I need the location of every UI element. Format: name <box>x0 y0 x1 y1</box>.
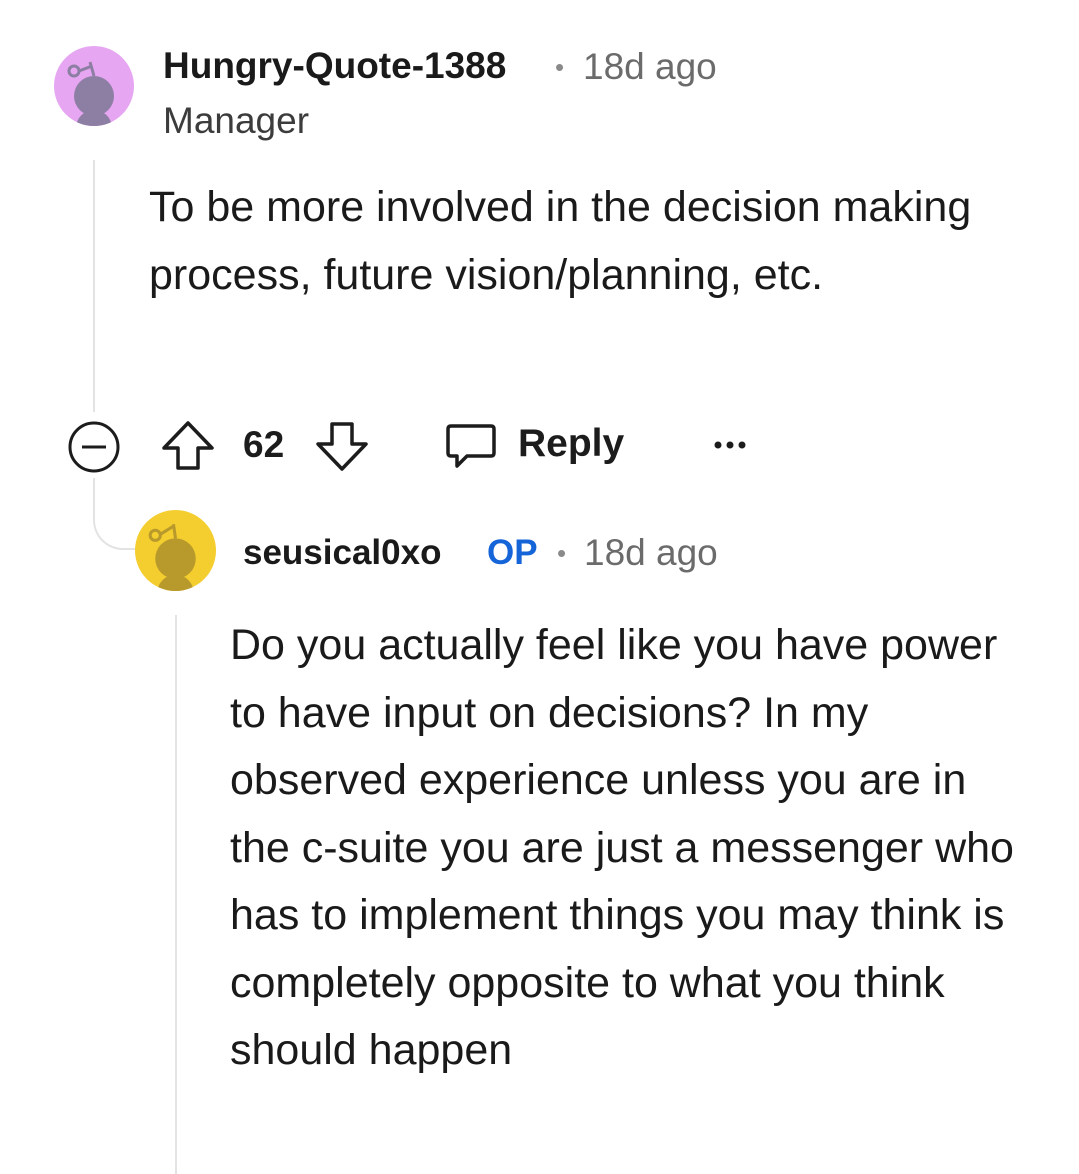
downvote-arrow-icon <box>316 422 368 471</box>
comment-body: Do you actually feel like you have power… <box>230 621 1014 1074</box>
upvote-arrow-icon <box>162 421 214 470</box>
username[interactable]: seusical0xo <box>243 533 441 573</box>
vote-count: 62 <box>243 424 285 465</box>
timestamp: 18d ago <box>583 46 717 87</box>
speech-bubble-icon <box>446 424 496 468</box>
separator-dot: • <box>557 538 567 568</box>
avatar[interactable] <box>135 510 216 591</box>
downvote-button[interactable] <box>314 418 370 474</box>
separator-dot: • <box>555 52 565 82</box>
comment-body: To be more involved in the decision maki… <box>149 183 972 299</box>
collapse-button[interactable] <box>67 420 121 474</box>
snoo-avatar-icon <box>148 523 196 591</box>
more-options-button[interactable] <box>706 430 754 460</box>
username[interactable]: Hungry-Quote-1388 <box>163 45 506 87</box>
snoo-avatar-icon <box>67 61 114 126</box>
upvote-button[interactable] <box>160 418 216 474</box>
ellipsis-icon <box>714 441 746 449</box>
timestamp: 18d ago <box>584 532 718 573</box>
thread-line-reply <box>175 615 177 1174</box>
collapse-minus-icon <box>68 421 120 473</box>
thread-line-branch <box>93 478 137 550</box>
thread-line-main <box>93 160 95 412</box>
reply-label: Reply <box>518 422 625 465</box>
avatar[interactable] <box>54 46 134 126</box>
op-badge: OP <box>487 533 538 572</box>
user-flair: Manager <box>163 100 310 141</box>
reply-button[interactable]: Reply <box>445 418 635 474</box>
